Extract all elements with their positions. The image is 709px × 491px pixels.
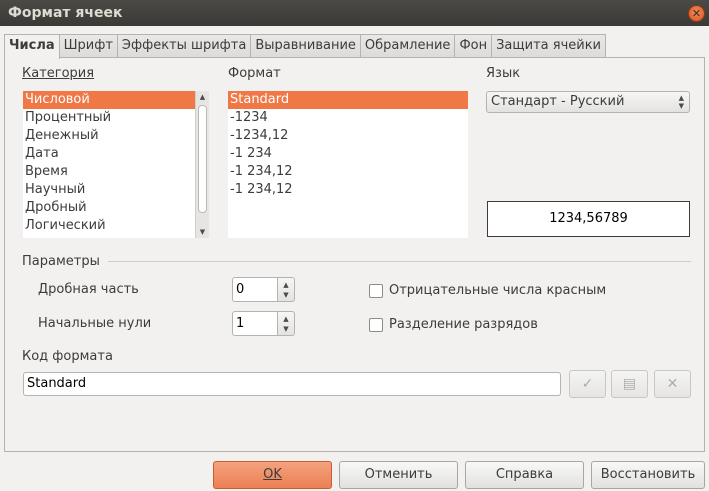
ok-button[interactable]: OK [213, 461, 332, 489]
tab-alignment[interactable]: Выравнивание [250, 34, 361, 58]
tab-font[interactable]: Шрифт [58, 34, 118, 58]
chevron-updown-icon: ▲ ▼ [678, 94, 684, 110]
list-item[interactable]: Дробный [23, 199, 209, 217]
help-button[interactable]: Справка [465, 461, 584, 489]
cancel-button-label: Отменить [364, 467, 433, 482]
options-heading: Параметры [22, 254, 100, 269]
list-item[interactable]: Денежный [23, 127, 209, 145]
list-item[interactable]: -1234,12 [228, 127, 468, 145]
tab-font-effects[interactable]: Эффекты шрифта [116, 34, 252, 58]
format-label-text: Формат [228, 66, 281, 81]
scrollbar-thumb[interactable] [198, 105, 207, 213]
list-item[interactable]: Научный [23, 181, 209, 199]
negative-red-checkbox[interactable] [369, 284, 383, 298]
negative-red-label[interactable]: Отрицательные числа красным [389, 283, 606, 298]
language-value: Стандарт - Русский [491, 94, 625, 109]
help-button-label: Справка [495, 467, 554, 482]
format-label: Формат [228, 66, 281, 81]
leading-zeros-spinner[interactable]: 1 ▲ ▼ [232, 311, 296, 336]
list-item[interactable]: -1 234 [228, 145, 468, 163]
spin-buttons[interactable]: ▲ ▼ [277, 311, 295, 336]
chevron-up-icon[interactable]: ▲ [196, 91, 209, 103]
category-label: Категория [22, 66, 95, 81]
category-list[interactable]: Числовой Процентный Денежный Дата Время … [23, 91, 209, 238]
thousands-separator-checkbox[interactable] [369, 318, 383, 332]
decimal-places-spinner[interactable]: 0 ▲ ▼ [232, 277, 296, 302]
decimal-places-label: Дробная часть [38, 282, 139, 297]
format-preview: 1234,56789 [487, 201, 690, 237]
tab-cell-protection[interactable]: Защита ячейки [491, 34, 607, 58]
list-item[interactable]: Логический [23, 217, 209, 235]
comment-icon[interactable]: ▤ [611, 370, 648, 398]
title-bar: Формат ячеек ✕ [0, 0, 709, 26]
format-list[interactable]: Standard -1234 -1234,12 -1 234 -1 234,12… [228, 91, 468, 238]
delete-icon[interactable]: ✕ [654, 370, 691, 398]
list-item[interactable]: Дата [23, 145, 209, 163]
tab-background[interactable]: Фон [454, 34, 493, 58]
list-item[interactable]: Числовой [23, 91, 209, 109]
language-label: Язык [486, 66, 521, 81]
reset-button[interactable]: Восстановить [591, 461, 705, 489]
list-item[interactable]: -1234 [228, 109, 468, 127]
cancel-button[interactable]: Отменить [339, 461, 458, 489]
spin-buttons[interactable]: ▲ ▼ [277, 277, 295, 302]
leading-zeros-input[interactable]: 1 [232, 311, 278, 336]
tab-bar: Числа Шрифт Эффекты шрифта Выравнивание … [4, 34, 607, 59]
list-item[interactable]: -1 234,12 [228, 163, 468, 181]
window-title: Формат ячеек [8, 5, 123, 21]
tab-borders[interactable]: Обрамление [359, 34, 456, 58]
leading-zeros-label: Начальные нули [38, 316, 152, 331]
format-code-label: Код формата [22, 349, 113, 364]
ok-button-label: OK [263, 467, 282, 482]
category-scrollbar[interactable]: ▲ ▼ [195, 91, 209, 238]
format-code-input[interactable]: Standard [23, 372, 561, 396]
language-dropdown[interactable]: Стандарт - Русский ▲ ▼ [486, 91, 690, 113]
chevron-down-icon[interactable]: ▼ [196, 226, 209, 238]
checkmark-icon[interactable]: ✓ [569, 370, 606, 398]
list-item[interactable]: -1 234,12 [228, 181, 468, 199]
reset-button-label: Восстановить [600, 467, 696, 482]
list-item[interactable]: Время [23, 163, 209, 181]
thousands-separator-label[interactable]: Разделение разрядов [389, 317, 538, 332]
decimal-places-input[interactable]: 0 [232, 277, 278, 302]
tab-numbers[interactable]: Числа [4, 34, 60, 59]
close-icon[interactable]: ✕ [688, 5, 705, 22]
options-separator [108, 261, 691, 262]
list-item[interactable]: Процентный [23, 109, 209, 127]
list-item[interactable]: Standard [228, 91, 468, 109]
